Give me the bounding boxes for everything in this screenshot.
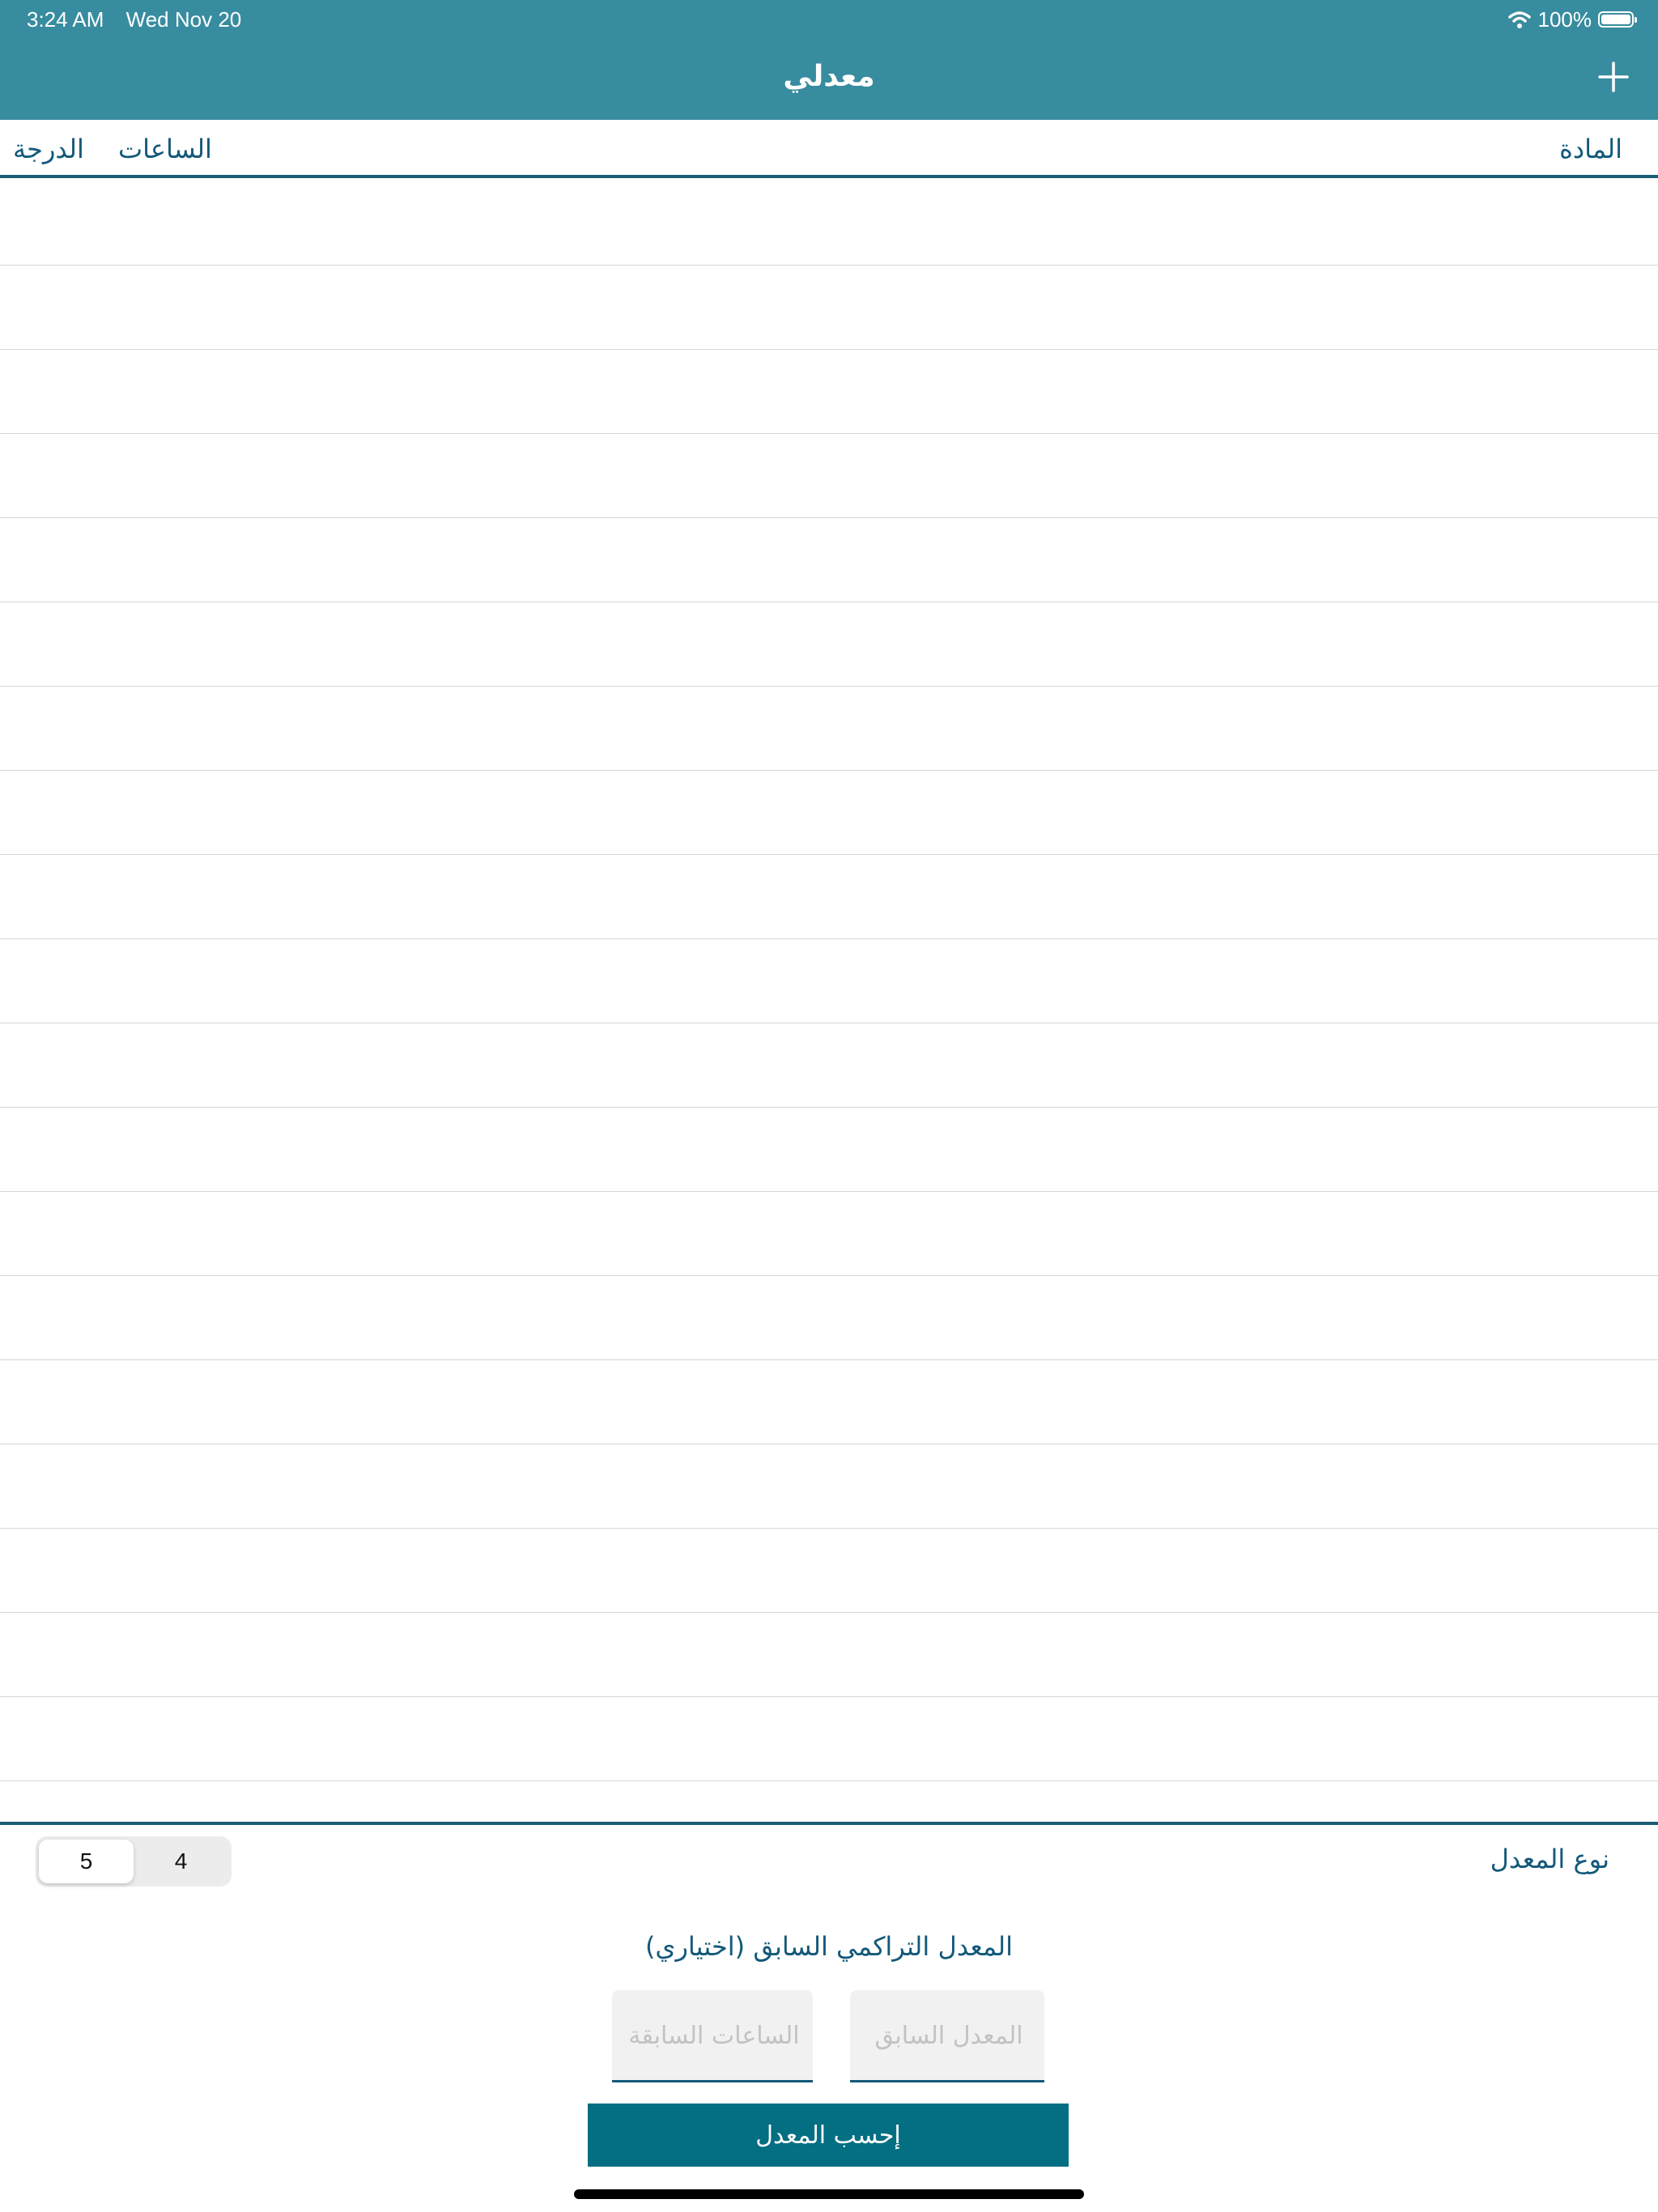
list-row <box>0 1697 1658 1781</box>
gpa-settings-panel: 5 4 نوع المعدل المعدل التراكمي السابق (ا… <box>0 1822 1658 2212</box>
list-row <box>0 939 1658 1023</box>
list-row <box>0 518 1658 602</box>
calculate-gpa-button[interactable]: إحسب المعدل <box>588 2104 1069 2167</box>
list-row <box>0 1360 1658 1444</box>
wifi-icon <box>1507 11 1531 28</box>
column-header-grade: الدرجة <box>13 134 84 164</box>
battery-percentage: 100% <box>1537 6 1592 32</box>
status-date: Wed Nov 20 <box>125 7 242 32</box>
battery-icon <box>1598 11 1637 28</box>
list-row <box>0 1444 1658 1529</box>
column-headers: المادة الساعات الدرجة <box>0 120 1658 178</box>
status-bar-left: 3:24 AM Wed Nov 20 <box>27 6 257 32</box>
list-row <box>0 1108 1658 1192</box>
list-row <box>0 181 1658 266</box>
list-row <box>0 1529 1658 1613</box>
gpa-type-segmented-control[interactable]: 5 4 <box>36 1836 232 1887</box>
column-header-subject: المادة <box>1559 134 1622 164</box>
previous-gpa-title: المعدل التراكمي السابق (اختياري) <box>644 1931 1014 1962</box>
status-bar-right: 100% <box>1507 6 1637 32</box>
gpa-type-option-5[interactable]: 5 <box>39 1840 134 1883</box>
previous-hours-field[interactable] <box>612 1990 816 2082</box>
list-row <box>0 1276 1658 1360</box>
list-row <box>0 1613 1658 1697</box>
navigation-bar: 3:24 AM Wed Nov 20 100% معدلي <box>0 0 1658 120</box>
home-indicator <box>574 2189 1084 2199</box>
list-row <box>0 687 1658 771</box>
list-row <box>0 266 1658 350</box>
list-row <box>0 855 1658 939</box>
column-header-hours: الساعات <box>118 134 212 164</box>
list-row <box>0 350 1658 434</box>
list-row <box>0 1023 1658 1108</box>
status-time: 3:24 AM <box>27 7 104 32</box>
previous-gpa-input[interactable] <box>850 1990 1048 2082</box>
battery-fill <box>1601 15 1630 24</box>
list-row <box>0 434 1658 518</box>
list-row <box>0 771 1658 855</box>
courses-list[interactable] <box>0 181 1658 1822</box>
previous-gpa-field[interactable] <box>850 1990 1048 2082</box>
gpa-type-option-4[interactable]: 4 <box>134 1840 228 1883</box>
gpa-type-label: نوع المعدل <box>1490 1844 1609 1874</box>
add-course-button[interactable] <box>1593 57 1634 97</box>
page-title: معدلي <box>783 60 875 93</box>
plus-icon <box>1598 62 1629 92</box>
list-row <box>0 602 1658 687</box>
list-row <box>0 1192 1658 1276</box>
previous-hours-input[interactable] <box>612 1990 816 2082</box>
